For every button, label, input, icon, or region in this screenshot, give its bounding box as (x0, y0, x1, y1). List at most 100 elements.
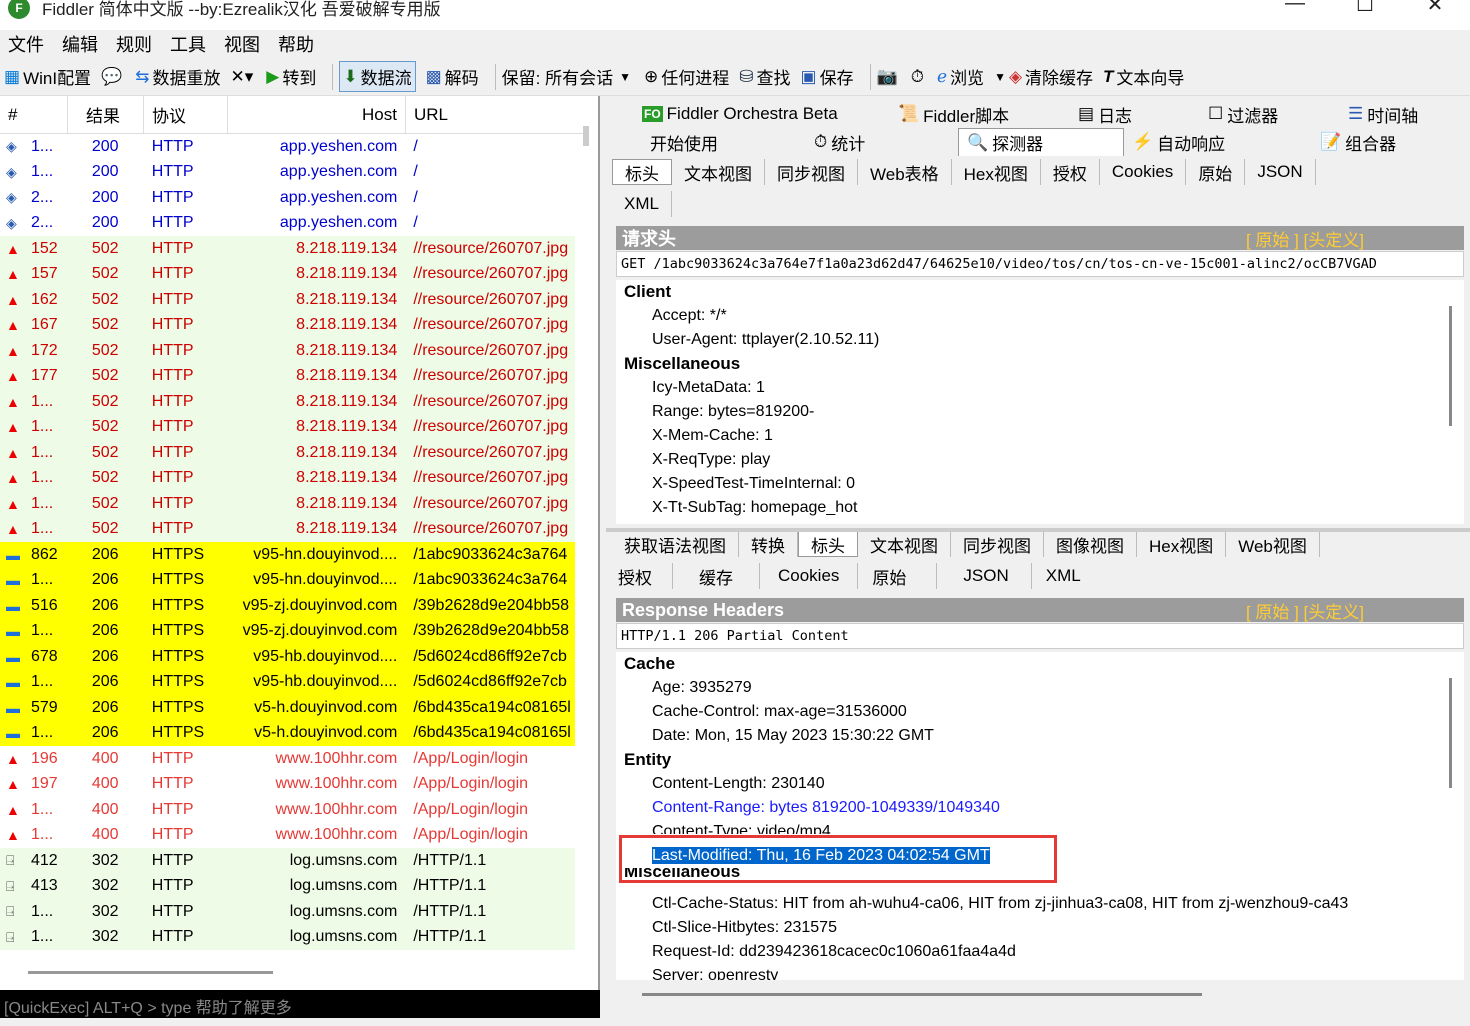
tab-log[interactable]: ▤ 日志 (1070, 100, 1200, 128)
table-row[interactable]: ▲ 157 502 HTTP 8.218.119.134 //resource/26070… (0, 261, 575, 287)
resp-tab-caching[interactable]: 缓存 (673, 563, 760, 589)
table-row[interactable]: ▲ 1... 502 HTTP 8.218.119.134 //resource/2607… (0, 414, 575, 440)
table-row[interactable]: ▲ 1... 502 HTTP 8.218.119.134 //resource/2607… (0, 440, 575, 466)
minimize-icon[interactable]: — (1260, 0, 1330, 17)
group-client[interactable]: Client (616, 280, 1464, 304)
table-row[interactable]: ⍈ 1... 302 HTTP log.umsns.com/HTTP/1.1 (0, 924, 575, 950)
req-tab-textview[interactable]: 文本视图 (672, 159, 765, 185)
remove-button[interactable]: ✕▾ (230, 67, 256, 87)
menu-file[interactable]: 文件 (8, 31, 44, 57)
header-item[interactable]: Age: 3935279 (616, 676, 1464, 700)
resp-tab-json[interactable]: JSON (937, 563, 1032, 589)
menu-tools[interactable]: 工具 (170, 31, 206, 57)
response-scrollbar[interactable] (1449, 678, 1452, 788)
horizontal-scrollbar[interactable] (28, 971, 273, 974)
table-row[interactable]: ⍈ 413 302 HTTP log.umsns.com/HTTP/1.1 (0, 873, 575, 899)
browse-button[interactable]: ℯ 浏览 (937, 64, 984, 89)
col-url[interactable]: URL (406, 96, 576, 134)
table-row[interactable]: ▲ 1... 400 HTTP www.100hhr.com/App/Login/log… (0, 822, 575, 848)
req-tab-webforms[interactable]: Web表格 (858, 159, 952, 185)
menu-rules[interactable]: 规则 (116, 31, 152, 57)
request-scrollbar[interactable] (1449, 306, 1452, 426)
header-item[interactable]: Icy-MetaData: 1 (616, 376, 1464, 400)
table-row[interactable]: ◈ 2... 200 HTTP app.yeshen.com / (0, 185, 575, 211)
request-header-links[interactable]: [ 原始 ] [头定义] (1246, 226, 1364, 251)
close-icon[interactable]: ✕ (1400, 0, 1470, 17)
col-protocol[interactable]: 协议 (144, 95, 228, 134)
req-tab-xml[interactable]: XML (612, 191, 672, 217)
tab-autoresponder[interactable]: ⚡ 自动响应 (1124, 128, 1312, 156)
table-row[interactable]: ⍈ 412 302 HTTP log.umsns.com/HTTP/1.1 (0, 848, 575, 874)
header-item[interactable]: Server: openresty (616, 964, 1464, 980)
req-tab-headers[interactable]: 标头 (612, 159, 672, 185)
table-row[interactable]: ▬ 1... 206 HTTPS v95-zj.douyinvod.com/39b262… (0, 618, 575, 644)
header-item[interactable]: Date: Mon, 15 May 2023 15:30:22 GMT (616, 724, 1464, 748)
resp-tab-auth[interactable]: 授权 (612, 563, 673, 589)
table-row[interactable]: ▲ 1... 400 HTTP www.100hhr.com/App/Login/log… (0, 797, 575, 823)
resp-tab-webview[interactable]: Web视图 (1226, 531, 1320, 557)
tab-inspectors[interactable]: 🔍 探测器 (958, 128, 1124, 156)
table-row[interactable]: ▲ 196 400 HTTP www.100hhr.com/App/Login/logi… (0, 746, 575, 772)
header-item[interactable]: Ctl-Cache-Status: HIT from ah-wuhu4-ca06… (616, 892, 1464, 916)
req-tab-json[interactable]: JSON (1245, 159, 1316, 185)
tab-filters[interactable]: ☐ 过滤器 (1200, 100, 1340, 128)
resp-tab-transform[interactable]: 转换 (739, 531, 798, 557)
tab-orchestra[interactable]: FO Fiddler Orchestra Beta (634, 100, 890, 128)
header-item[interactable]: X-Mem-Cache: 1 (616, 424, 1464, 448)
tab-statistics[interactable]: ⏱ 统计 (806, 128, 958, 156)
table-row[interactable]: ▲ 172 502 HTTP 8.218.119.134 //resource/26070… (0, 338, 575, 364)
stream-button[interactable]: ⬇ 数据流 (339, 61, 416, 92)
screenshot-button[interactable]: 📷 (877, 67, 901, 87)
table-row[interactable]: ▲ 1... 502 HTTP 8.218.119.134 //resource/2607… (0, 491, 575, 517)
resp-tab-transformer-syntax[interactable]: 获取语法视图 (612, 531, 739, 557)
resp-tab-headers[interactable]: 标头 (798, 531, 858, 557)
header-item[interactable]: Content-Length: 230140 (616, 772, 1464, 796)
table-row[interactable]: ◈ 1... 200 HTTP app.yeshen.com / (0, 159, 575, 185)
menu-help[interactable]: 帮助 (278, 31, 314, 57)
table-row[interactable]: ◈ 2... 200 HTTP app.yeshen.com / (0, 210, 575, 236)
quickexec-input[interactable]: [QuickExec] ALT+Q > type 帮助了解更多 (0, 990, 600, 1018)
table-row[interactable]: ▲ 167 502 HTTP 8.218.119.134 //resource/26070… (0, 312, 575, 338)
timer-button[interactable]: ⏱ (911, 67, 927, 87)
tab-timeline[interactable]: ☰ 时间轴 (1340, 100, 1450, 128)
table-row[interactable]: ▲ 1... 502 HTTP 8.218.119.134 //resource/2607… (0, 465, 575, 491)
response-header-links[interactable]: [ 原始 ] [头定义] (1246, 598, 1364, 623)
req-tab-syntaxview[interactable]: 同步视图 (765, 159, 858, 185)
tab-script[interactable]: 📜 Fiddler脚本 (890, 100, 1070, 128)
group-cache[interactable]: Cache (616, 652, 1464, 676)
table-row[interactable]: ▬ 516 206 HTTPS v95-zj.douyinvod.com/39b2628… (0, 593, 575, 619)
resp-tab-raw[interactable]: 原始 (858, 563, 938, 589)
table-row[interactable]: ▬ 678 206 HTTPS v95-hb.douyinvod.... /5d6024c… (0, 644, 575, 670)
req-tab-raw[interactable]: 原始 (1186, 159, 1246, 185)
header-item[interactable]: Ctl-Slice-Hitbytes: 231575 (616, 916, 1464, 940)
scrollbar-thumb[interactable] (583, 126, 589, 146)
table-row[interactable]: ▬ 862 206 HTTPS v95-hn.douyinvod.... /1abc903… (0, 542, 575, 568)
any-process-button[interactable]: ⊕ 任何进程 (644, 64, 729, 89)
table-row[interactable]: ◈ 1... 200 HTTP app.yeshen.com / (0, 134, 575, 160)
tab-get-started[interactable]: 开始使用 (642, 128, 806, 156)
save-button[interactable]: ▣ 保存 (801, 64, 854, 89)
table-row[interactable]: ▲ 197 400 HTTP www.100hhr.com/App/Login/logi… (0, 771, 575, 797)
menu-view[interactable]: 视图 (224, 31, 260, 57)
header-item[interactable]: Range: bytes=819200- (616, 400, 1464, 424)
header-item[interactable]: Cache-Control: max-age=31536000 (616, 700, 1464, 724)
table-row[interactable]: ▬ 1... 206 HTTPS v95-hb.douyinvod.... /5d6024… (0, 669, 575, 695)
decode-button[interactable]: ▩ 解码 (426, 64, 479, 89)
header-item[interactable]: X-ReqType: play (616, 448, 1464, 472)
table-row[interactable]: ▲ 152 502 HTTP 8.218.119.134 //resource/26070… (0, 236, 575, 262)
comment-button[interactable]: 💬 (101, 67, 125, 87)
goto-button[interactable]: ▶ 转到 (266, 64, 316, 89)
resp-tab-xml[interactable]: XML (1032, 563, 1111, 589)
resp-tab-cookies[interactable]: Cookies (760, 563, 859, 589)
table-row[interactable]: ▬ 579 206 HTTPS v5-h.douyinvod.com/6bd435ca1… (0, 695, 575, 721)
table-row[interactable]: ▬ 1... 206 HTTPS v5-h.douyinvod.com/6bd435ca… (0, 720, 575, 746)
col-host[interactable]: Host (228, 95, 406, 134)
col-result[interactable]: 结果 (68, 95, 144, 134)
header-item[interactable]: Content-Type: video/mp4 (616, 820, 1464, 834)
table-row[interactable]: ▲ 1... 502 HTTP 8.218.119.134 //resource/2607… (0, 516, 575, 542)
clear-cache-button[interactable]: ▼ ◈ 清除缓存 (994, 64, 1093, 89)
resp-tab-syntaxview[interactable]: 同步视图 (951, 531, 1044, 557)
req-tab-hexview[interactable]: Hex视图 (952, 159, 1041, 185)
table-row[interactable]: ▲ 162 502 HTTP 8.218.119.134 //resource/26070… (0, 287, 575, 313)
text-wizard-button[interactable]: T 文本向导 (1103, 64, 1184, 89)
